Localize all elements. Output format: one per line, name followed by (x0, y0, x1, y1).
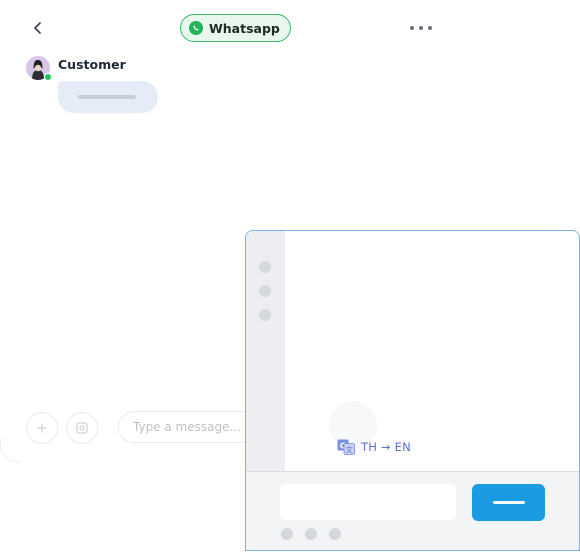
footer-dot[interactable] (305, 528, 317, 540)
translate-icon: G 文 (337, 439, 355, 455)
sidebar-dot[interactable] (259, 261, 271, 273)
panel-sidebar (246, 231, 285, 471)
more-options-button[interactable] (408, 18, 434, 38)
customer-avatar (26, 56, 52, 81)
footer-dot[interactable] (329, 528, 341, 540)
sidebar-dot[interactable] (259, 309, 271, 321)
customer-name: Customer (58, 57, 126, 72)
image-button[interactable] (66, 412, 98, 444)
online-status-dot (44, 73, 52, 81)
more-horizontal-icon (410, 26, 414, 30)
message-composer: + (0, 400, 268, 470)
send-button[interactable] (472, 484, 545, 521)
reply-input[interactable] (280, 484, 456, 520)
translation-panel: G 文 TH → EN (245, 230, 580, 551)
plus-icon: + (36, 417, 48, 438)
channel-label: Whatsapp (209, 20, 280, 36)
send-label-placeholder (492, 501, 525, 504)
translation-label: TH → EN (361, 440, 411, 454)
more-dot (419, 26, 423, 30)
back-button[interactable] (28, 18, 48, 38)
message-placeholder-line (78, 95, 136, 99)
whatsapp-icon (189, 21, 203, 35)
panel-footer (246, 471, 579, 550)
add-attachment-button[interactable]: + (26, 412, 58, 444)
channel-badge[interactable]: Whatsapp (180, 14, 291, 42)
chevron-left-icon (34, 22, 41, 34)
svg-text:文: 文 (346, 445, 353, 454)
footer-dot[interactable] (281, 528, 293, 540)
translation-indicator[interactable]: G 文 TH → EN (337, 439, 411, 455)
customer-message-bubble (58, 81, 158, 113)
panel-content: G 文 TH → EN (285, 231, 579, 471)
chat-header: Whatsapp (0, 0, 580, 56)
image-icon (76, 422, 88, 434)
more-dot (428, 26, 432, 30)
sidebar-dot[interactable] (259, 285, 271, 297)
